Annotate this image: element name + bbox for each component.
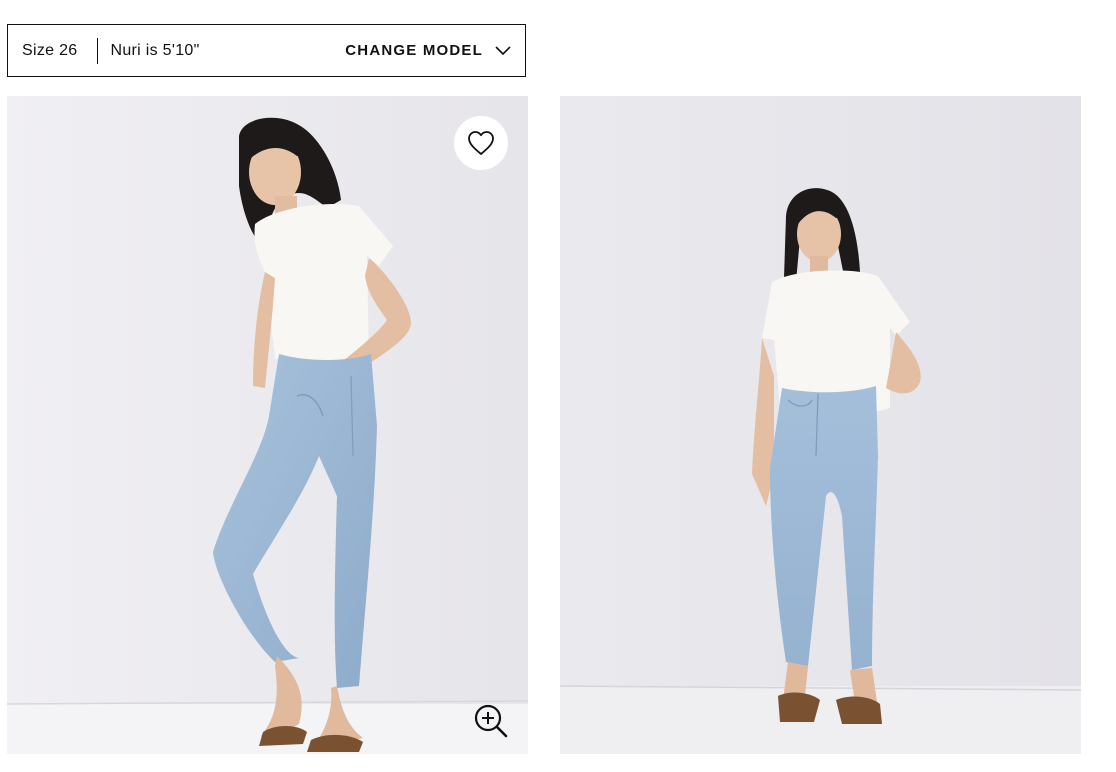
- chevron-down-icon: [495, 45, 511, 56]
- product-photo-scene: [7, 96, 528, 754]
- change-model-label: CHANGE MODEL: [345, 42, 483, 59]
- favorite-button[interactable]: [454, 116, 508, 170]
- model-height-label: Nuri is 5'10": [110, 41, 200, 59]
- model-selector: Size 26 Nuri is 5'10" CHANGE MODEL: [7, 24, 526, 77]
- divider: [97, 37, 99, 64]
- product-photo-scene: [560, 96, 1081, 754]
- zoom-in-icon: [474, 704, 508, 738]
- change-model-button[interactable]: CHANGE MODEL: [345, 42, 525, 59]
- heart-icon: [468, 131, 494, 155]
- product-image-front-straight[interactable]: [560, 96, 1081, 754]
- product-image-front-angled[interactable]: [7, 96, 528, 754]
- model-size-label: Size 26: [22, 41, 78, 59]
- zoom-button[interactable]: [472, 702, 510, 740]
